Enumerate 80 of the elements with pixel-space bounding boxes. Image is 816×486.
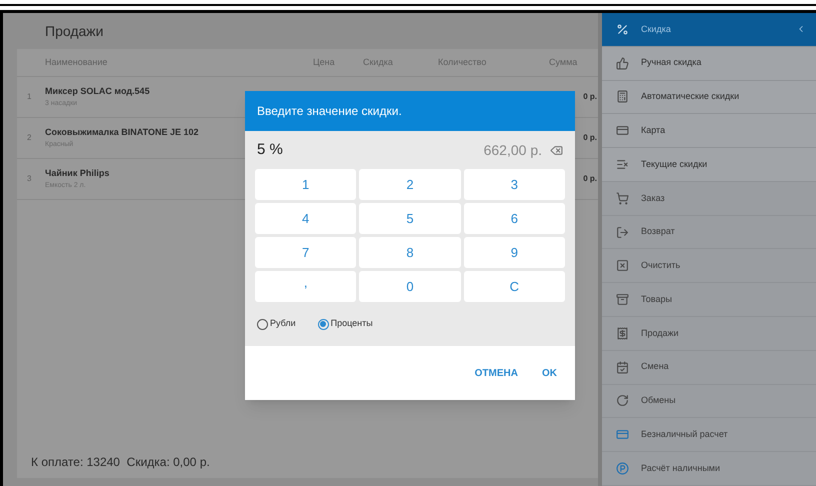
sidebar-label: Ручная скидка <box>641 56 702 70</box>
sidebar-label: Расчёт наличными <box>641 462 722 475</box>
sidebar-label: Безналичный расчет <box>641 428 729 442</box>
backspace-icon[interactable] <box>550 144 563 156</box>
product-name: Миксер SOLAC мод.545 <box>45 85 150 98</box>
dialog-button[interactable]: OK <box>534 360 565 386</box>
sum-cell: 0 р. <box>583 91 598 103</box>
column-header: Количество <box>438 56 488 69</box>
keypad-key[interactable]: 3 <box>464 169 565 200</box>
sidebar-label: Заказ <box>641 192 666 205</box>
dialog-title: Введите значение скидки. <box>257 103 402 120</box>
sidebar-label: Карта <box>641 124 666 137</box>
radio-label: Рубли <box>270 317 296 330</box>
card-icon <box>616 428 629 442</box>
keypad-key[interactable]: 8 <box>359 237 461 268</box>
sidebar-item[interactable]: Возврат <box>602 216 816 250</box>
payment-summary: К оплате: 13240 Скидка: 0,00 р. <box>31 454 210 471</box>
sidebar-item[interactable]: Смена <box>602 350 816 385</box>
list-x-icon <box>616 158 629 172</box>
refresh-icon <box>616 394 629 408</box>
sidebar-subitem[interactable]: Текущие скидки <box>602 148 816 182</box>
sidebar-label: Очистить <box>641 259 682 272</box>
sum-cell: 0 р. <box>583 173 598 185</box>
sum-cell: 0 р. <box>583 132 598 144</box>
exit-icon <box>616 226 629 239</box>
keypad-key[interactable]: C <box>464 271 565 302</box>
keypad-key[interactable]: 6 <box>464 203 565 234</box>
sidebar-item[interactable]: Скидка <box>602 13 816 47</box>
discount-value: 5 % <box>257 140 284 160</box>
column-header: Сумма <box>549 56 578 69</box>
sidebar-subitem[interactable]: Карта <box>602 114 816 148</box>
keypad-key[interactable]: 0 <box>359 271 461 302</box>
discount-amount: 662,00 р. <box>484 140 542 160</box>
keypad-key[interactable]: 5 <box>359 203 461 234</box>
sidebar-item[interactable]: Расчёт наличными <box>602 452 816 486</box>
sidebar-item[interactable]: Обмены <box>602 384 816 418</box>
sidebar-item[interactable]: Продажи <box>602 317 816 351</box>
sidebar-label: Текущие скидки <box>641 158 708 171</box>
row-number: 1 <box>26 91 32 103</box>
sidebar-item[interactable]: Заказ <box>602 182 816 216</box>
sidebar-label: Продажи <box>641 326 680 340</box>
sidebar-label: Обмены <box>641 394 677 408</box>
sidebar-label: Скидка <box>641 22 672 36</box>
sidebar-label: Товары <box>641 292 673 306</box>
archive-icon <box>616 293 629 306</box>
row-number: 2 <box>26 132 32 144</box>
receipt-icon <box>616 326 629 340</box>
column-header: Наименование <box>44 56 108 69</box>
product-name: Чайник Philips <box>45 167 110 180</box>
column-header: Скидка <box>363 56 394 69</box>
thumbs-up-icon <box>616 56 629 70</box>
parking-circle-icon <box>616 462 629 476</box>
radio-label: Проценты <box>330 317 373 330</box>
keypad-key[interactable]: 1 <box>255 169 356 200</box>
unit-radio[interactable]: Рубли <box>257 317 296 331</box>
sidebar-subitem[interactable]: Ручная скидка <box>602 46 816 81</box>
row-number: 3 <box>26 173 32 185</box>
column-header: Цена <box>313 56 336 69</box>
sidebar-label: Смена <box>641 360 670 374</box>
calendar-icon <box>616 360 629 374</box>
sidebar-item[interactable]: Безналичный расчет <box>602 418 816 452</box>
unit-radio[interactable]: Проценты <box>318 317 373 331</box>
sidebar-subitem[interactable]: Автоматические скидки <box>602 80 816 114</box>
card-icon <box>616 124 629 138</box>
dialog-button[interactable]: ОТМЕНА <box>466 360 526 386</box>
close-square-icon <box>616 259 629 272</box>
page-title: Продажи <box>45 22 104 41</box>
calculator-icon <box>616 90 629 104</box>
sidebar-item[interactable]: Очистить <box>602 249 816 284</box>
keypad-key[interactable]: , <box>255 271 356 302</box>
product-name: Соковыжималка BINATONE JE 102 <box>45 126 198 139</box>
keypad-key[interactable]: 7 <box>255 237 356 268</box>
sidebar-label: Возврат <box>641 225 676 238</box>
sidebar-label: Автоматические скидки <box>641 90 740 104</box>
keypad-key[interactable]: 4 <box>255 203 356 234</box>
sidebar-item[interactable]: Товары <box>602 283 816 318</box>
cart-icon <box>616 192 629 205</box>
keypad-key[interactable]: 9 <box>464 237 565 268</box>
keypad-key[interactable]: 2 <box>359 169 461 200</box>
percent-icon <box>616 22 629 36</box>
